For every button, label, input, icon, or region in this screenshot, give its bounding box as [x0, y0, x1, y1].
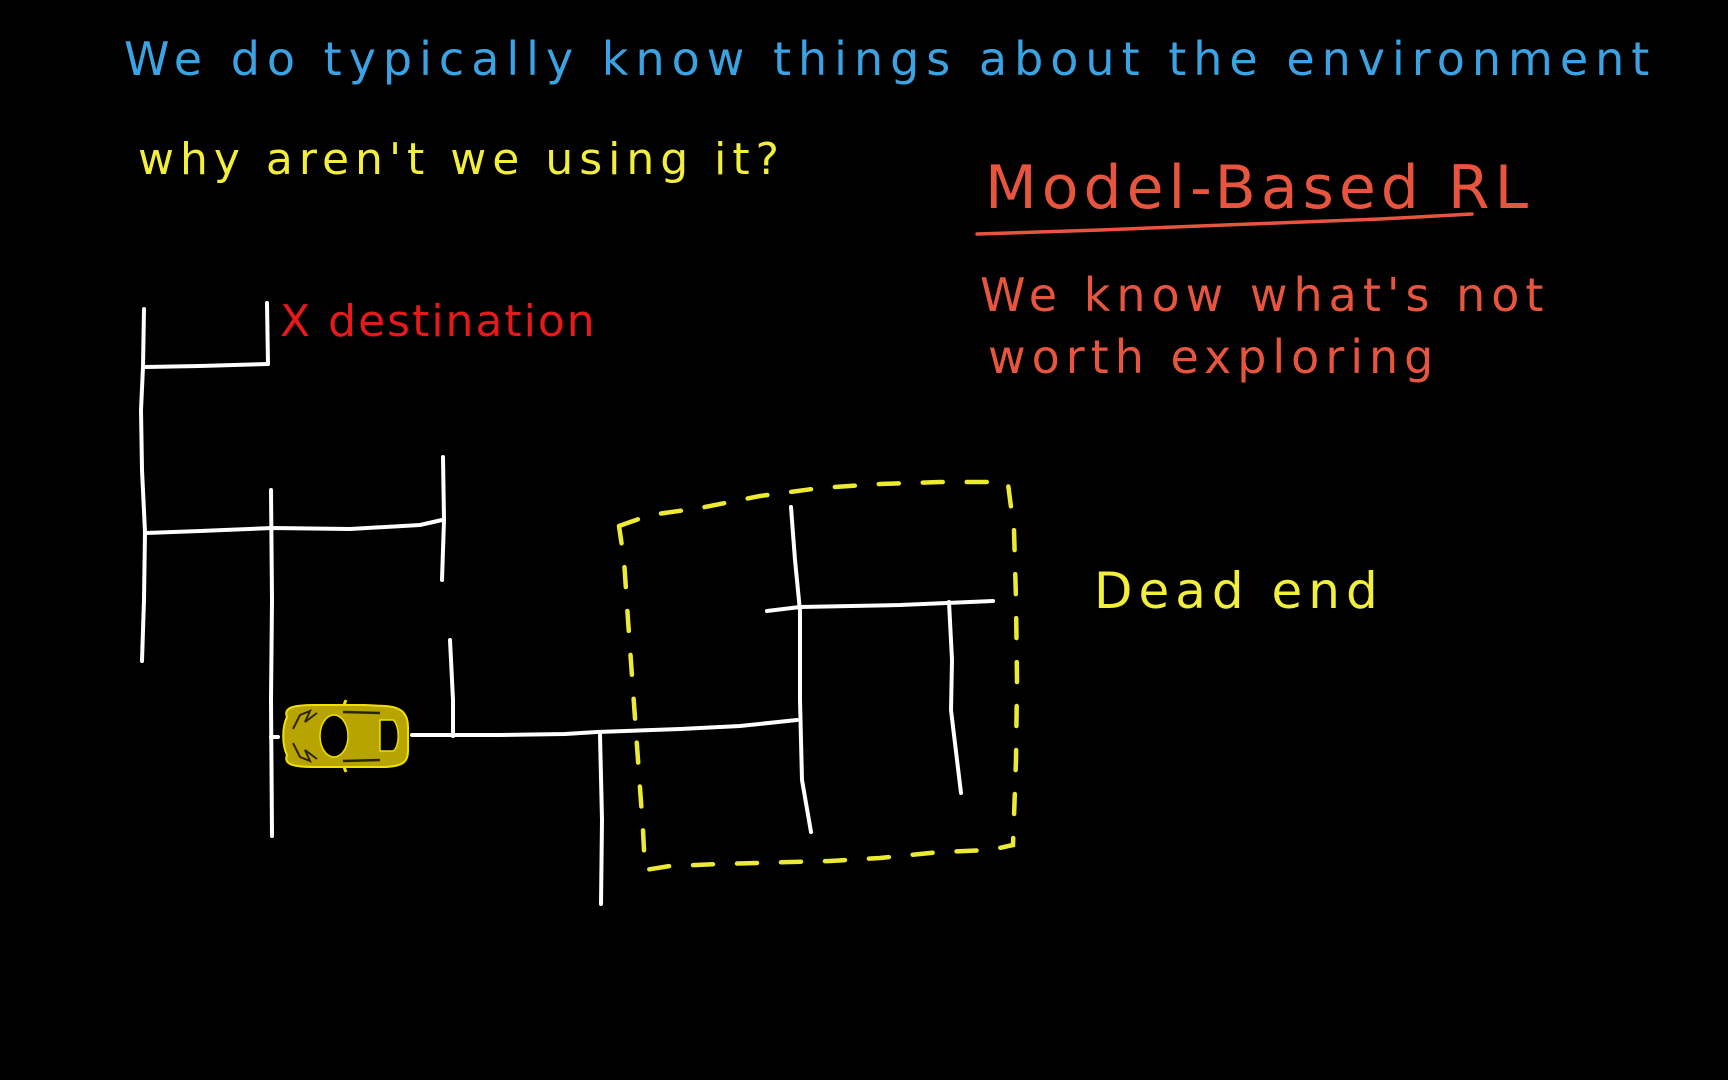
car-mirror [342, 699, 348, 706]
maze-wall [789, 505, 813, 834]
car-icon [282, 699, 409, 773]
maze-wall [598, 733, 604, 906]
car-side-stripe [342, 758, 381, 763]
maze-walls [139, 301, 995, 906]
maze-wall [440, 455, 446, 582]
model-based-note-line1: We know what's not [980, 268, 1550, 322]
car-side-stripe [342, 710, 381, 715]
question-text: why aren't we using it? [138, 134, 785, 185]
maze-wall [410, 718, 799, 737]
maze-wall [947, 600, 963, 795]
destination-label: X destination [280, 300, 597, 344]
dashed-border [616, 479, 1020, 873]
car-windshield [319, 714, 349, 758]
slide-heading: We do typically know things about the en… [124, 32, 1657, 86]
maze-wall [144, 518, 444, 535]
dead-end-label: Dead end [1094, 562, 1384, 620]
dead-end-region-border [616, 479, 1020, 873]
car-rear-window [379, 719, 399, 752]
maze-wall [139, 365, 147, 663]
model-based-rl-title: Model-Based RL [985, 153, 1534, 223]
maze-wall [448, 638, 455, 738]
car-mirror [342, 766, 348, 773]
maze-wall [141, 307, 146, 369]
maze-wall [143, 362, 270, 369]
maze-wall [269, 488, 274, 838]
destination-text: destination [328, 296, 597, 347]
maze-wall [265, 301, 270, 366]
destination-x-marker: X [280, 296, 313, 347]
model-based-note-line2: worth exploring [988, 330, 1440, 384]
